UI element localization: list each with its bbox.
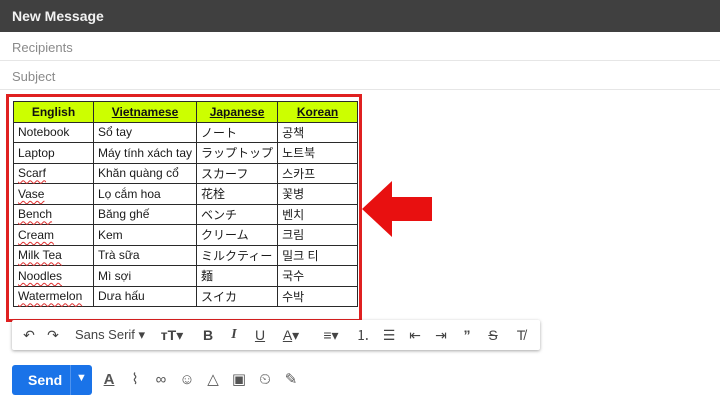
numbered-list-icon[interactable]: ⒈	[352, 320, 374, 350]
table-cell[interactable]: 벤치	[277, 203, 359, 225]
table-cell[interactable]: 국수	[277, 265, 359, 287]
table-cell[interactable]: 스카프	[277, 162, 359, 184]
compose-title: New Message	[12, 8, 104, 24]
strikethrough-icon[interactable]: S	[482, 320, 504, 350]
table-cell[interactable]: Lọ cắm hoa	[92, 183, 198, 205]
table-cell[interactable]: Cream	[13, 224, 94, 246]
table-cell[interactable]: 공책	[277, 121, 359, 143]
table-cell[interactable]: Khăn quàng cổ	[92, 162, 198, 184]
undo-icon[interactable]: ↶	[18, 320, 40, 350]
attach-icon[interactable]: ⌇	[124, 369, 146, 391]
header-korean[interactable]: Korean	[277, 101, 359, 123]
table-cell[interactable]: 麺	[196, 265, 279, 287]
table-cell[interactable]: Notebook	[13, 121, 94, 143]
table-cell[interactable]: ノート	[196, 121, 279, 143]
table-header-row: English Vietnamese Japanese Korean	[13, 101, 359, 123]
send-label: Send	[28, 372, 63, 388]
font-family-value: Sans Serif	[74, 327, 135, 342]
header-japanese[interactable]: Japanese	[196, 101, 279, 123]
header-english[interactable]: English	[13, 101, 94, 123]
table-cell[interactable]: クリーム	[196, 224, 279, 246]
table-cell[interactable]: Noodles	[13, 265, 94, 287]
redo-icon[interactable]: ↷	[42, 320, 64, 350]
table-row: Noodles Mì sợi 麺 국수	[13, 265, 359, 287]
table-cell[interactable]: ミルクティー	[196, 244, 279, 266]
table-cell[interactable]: Milk Tea	[13, 244, 94, 266]
clear-format-icon[interactable]: T̸	[510, 320, 532, 350]
table-cell[interactable]: ベンチ	[196, 203, 279, 225]
table-cell[interactable]: Mì sợi	[92, 265, 198, 287]
table-cell[interactable]: 밀크 티	[277, 244, 359, 266]
table-row: Notebook Sổ tay ノート 공책	[13, 121, 359, 143]
table-row: Cream Kem クリーム 크림	[13, 224, 359, 246]
link-icon[interactable]: ∞	[150, 369, 172, 391]
bulleted-list-icon[interactable]: ☰	[378, 320, 400, 350]
table-row: Scarf Khăn quàng cổ スカーフ 스카프	[13, 162, 359, 184]
red-arrow-icon	[362, 181, 432, 237]
font-family-select[interactable]: Sans Serif ▾	[72, 320, 148, 350]
send-button[interactable]: Send ▼	[12, 365, 92, 395]
emoji-icon[interactable]: ☺	[176, 369, 198, 391]
photo-icon[interactable]: ▣	[228, 369, 250, 391]
table-cell[interactable]: 수박	[277, 285, 359, 307]
quote-icon[interactable]: ”	[456, 320, 478, 350]
table-cell[interactable]: Laptop	[13, 142, 94, 164]
table-row: Laptop Máy tính xách tay ラップトップ 노트북	[13, 142, 359, 164]
recipients-placeholder: Recipients	[12, 40, 73, 55]
drive-icon[interactable]: △	[202, 369, 224, 391]
table-row: Watermelon Dưa hấu スイカ 수박	[13, 285, 359, 307]
table-cell[interactable]: Vase	[13, 183, 94, 205]
confidential-icon[interactable]: ⏲	[254, 369, 276, 391]
table-cell[interactable]: ラップトップ	[196, 142, 279, 164]
indent-less-icon[interactable]: ⇤	[404, 320, 426, 350]
highlight-box: English Vietnamese Japanese Korean Noteb…	[6, 94, 362, 322]
italic-icon[interactable]: I	[224, 320, 244, 350]
table-cell[interactable]: Trà sữa	[92, 244, 198, 266]
recipients-field[interactable]: Recipients	[0, 32, 720, 61]
vocabulary-table[interactable]: English Vietnamese Japanese Korean Noteb…	[13, 101, 359, 307]
table-cell[interactable]: Watermelon	[13, 285, 94, 307]
align-icon[interactable]: ≡▾	[316, 320, 346, 350]
table-cell[interactable]: Bench	[13, 203, 94, 225]
underline-icon[interactable]: U	[250, 320, 270, 350]
text-color-icon[interactable]: A▾	[276, 320, 306, 350]
table-row: Vase Lọ cắm hoa 花栓 꽃병	[13, 183, 359, 205]
header-vietnamese[interactable]: Vietnamese	[92, 101, 198, 123]
table-row: Milk Tea Trà sữa ミルクティー 밀크 티	[13, 244, 359, 266]
table-cell[interactable]: Scarf	[13, 162, 94, 184]
table-cell[interactable]: スイカ	[196, 285, 279, 307]
signature-icon[interactable]: ✎	[280, 369, 302, 391]
bold-icon[interactable]: B	[198, 320, 218, 350]
formatting-icon[interactable]: A	[98, 369, 120, 391]
compose-title-bar: New Message	[0, 0, 720, 32]
table-cell[interactable]: Băng ghế	[92, 203, 198, 225]
indent-more-icon[interactable]: ⇥	[430, 320, 452, 350]
send-bar: Send ▼ A ⌇ ∞ ☺ △ ▣ ⏲ ✎	[0, 360, 720, 400]
send-options-icon[interactable]: ▼	[76, 372, 87, 384]
table-cell[interactable]: Dưa hấu	[92, 285, 198, 307]
table-cell[interactable]: Máy tính xách tay	[92, 142, 198, 164]
subject-placeholder: Subject	[12, 69, 56, 84]
font-size-icon[interactable]: ᴛT▾	[158, 320, 186, 350]
send-divider	[70, 365, 71, 395]
subject-field[interactable]: Subject	[0, 61, 720, 90]
table-row: Bench Băng ghế ベンチ 벤치	[13, 203, 359, 225]
table-cell[interactable]: 花栓	[196, 183, 279, 205]
table-cell[interactable]: Kem	[92, 224, 198, 246]
table-cell[interactable]: スカーフ	[196, 162, 279, 184]
formatting-toolbar: ↶ ↷ Sans Serif ▾ ᴛT▾ B I U A▾ ≡▾ ⒈ ☰ ⇤ ⇥…	[12, 320, 540, 350]
table-cell[interactable]: 노트북	[277, 142, 359, 164]
table-cell[interactable]: 꽃병	[277, 183, 359, 205]
table-cell[interactable]: Sổ tay	[92, 121, 198, 143]
table-cell[interactable]: 크림	[277, 224, 359, 246]
